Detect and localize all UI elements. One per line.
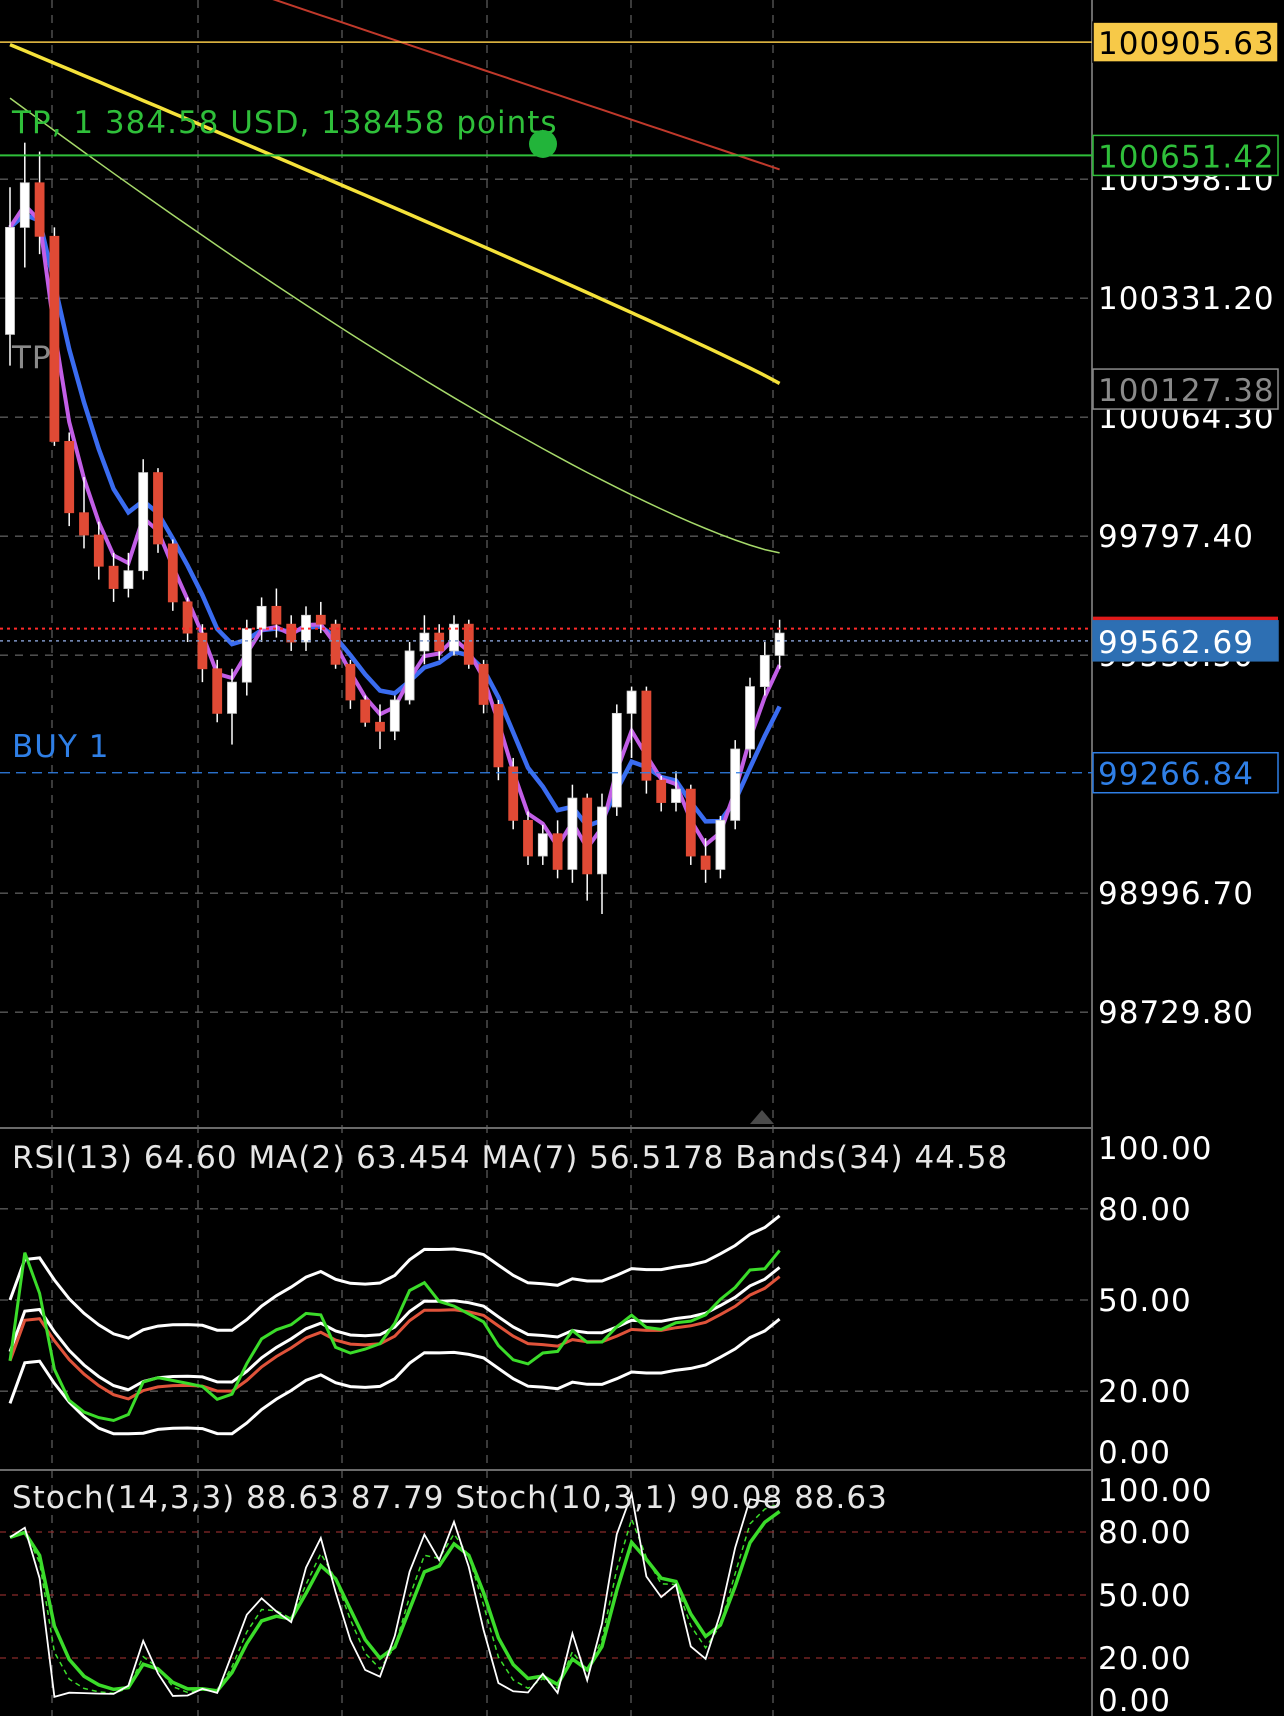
price-tag-label: 99266.84	[1098, 757, 1254, 793]
candle-body	[227, 681, 237, 714]
candle-body	[434, 632, 445, 652]
tp-drag-handle[interactable]	[529, 130, 557, 158]
candle-body	[626, 690, 637, 714]
candle-body	[523, 819, 533, 857]
candle-body	[745, 686, 755, 750]
candle-body	[656, 779, 667, 803]
candle-body	[597, 806, 607, 875]
candle-body	[93, 534, 104, 567]
stoch-title: Stoch(14,3,3) 88.63 87.79 Stoch(10,3,1) …	[12, 1480, 888, 1516]
candle-body	[49, 235, 60, 442]
candle-body	[552, 833, 563, 870]
candle-body	[389, 699, 400, 732]
price-tick-label: 100331.20	[1098, 281, 1275, 317]
rsi-tick-label: 100.00	[1098, 1131, 1212, 1167]
candle-body	[256, 605, 267, 630]
candle-body	[700, 855, 711, 870]
candle-body	[330, 623, 341, 665]
stoch-tick-label: 50.00	[1098, 1578, 1192, 1614]
candle-body	[774, 632, 785, 656]
price-tag-label: 100651.42	[1098, 139, 1275, 175]
stoch-tick-label: 20.00	[1098, 1641, 1192, 1677]
candle-body	[197, 632, 208, 670]
candle-body	[138, 472, 149, 572]
candle-body	[79, 512, 89, 536]
price-tick-label: 98996.70	[1098, 876, 1254, 912]
price-tag-label: 100905.63	[1098, 26, 1275, 62]
stoch-tick-label: 0.00	[1098, 1683, 1171, 1716]
candle-body	[582, 797, 593, 875]
price-tag-label: 100127.38	[1098, 373, 1275, 409]
price-tick-label: 99797.40	[1098, 519, 1254, 555]
candle-body	[153, 472, 163, 545]
candle-body	[611, 712, 622, 808]
candle-body	[375, 721, 385, 732]
rsi-tick-label: 50.00	[1098, 1283, 1192, 1319]
candle-body	[315, 614, 326, 625]
tp-annotation[interactable]: TP, 1 384.58 USD, 138458 points	[11, 105, 558, 141]
candle-body	[671, 788, 681, 803]
candle-body	[404, 650, 415, 701]
candle-body	[64, 440, 75, 514]
candle-body	[241, 628, 252, 683]
stoch-tick-label: 80.00	[1098, 1515, 1192, 1551]
candle-body	[19, 182, 30, 228]
rsi-tick-label: 20.00	[1098, 1374, 1192, 1410]
candle-body	[537, 833, 548, 857]
candle-body	[759, 654, 770, 688]
candle-body	[286, 623, 297, 643]
candle-body	[730, 748, 741, 821]
candle-body	[108, 565, 119, 589]
candle-body	[271, 605, 282, 625]
candle-body	[685, 788, 696, 857]
candle-body	[641, 690, 652, 781]
candle-body	[345, 663, 356, 701]
candle-body	[34, 182, 45, 237]
rsi-tick-label: 80.00	[1098, 1192, 1192, 1228]
tp-ghost-annotation: TP	[11, 340, 52, 376]
candle-body	[493, 704, 504, 768]
candle-body	[123, 570, 134, 589]
trading-chart[interactable]: TP, 1 384.58 USD, 138458 points TP BUY 1…	[0, 0, 1284, 1716]
candle-body	[567, 797, 578, 870]
price-tick-label: 98729.80	[1098, 995, 1254, 1031]
candle-body	[463, 623, 474, 665]
candle-body	[212, 668, 223, 714]
candle-body	[167, 543, 178, 603]
candle-body	[478, 663, 489, 705]
candle-body	[360, 699, 371, 723]
candle-body	[508, 766, 519, 821]
stoch-tick-label: 100.00	[1098, 1473, 1212, 1509]
buy-annotation[interactable]: BUY 1	[12, 729, 109, 765]
rsi-tick-label: 0.00	[1098, 1435, 1171, 1471]
price-tag-label: 99562.69	[1098, 625, 1254, 661]
candle-body	[5, 226, 15, 335]
candle-body	[715, 819, 726, 870]
rsi-title: RSI(13) 64.60 MA(2) 63.454 MA(7) 56.5178…	[12, 1140, 1008, 1176]
candle-body	[419, 632, 430, 652]
